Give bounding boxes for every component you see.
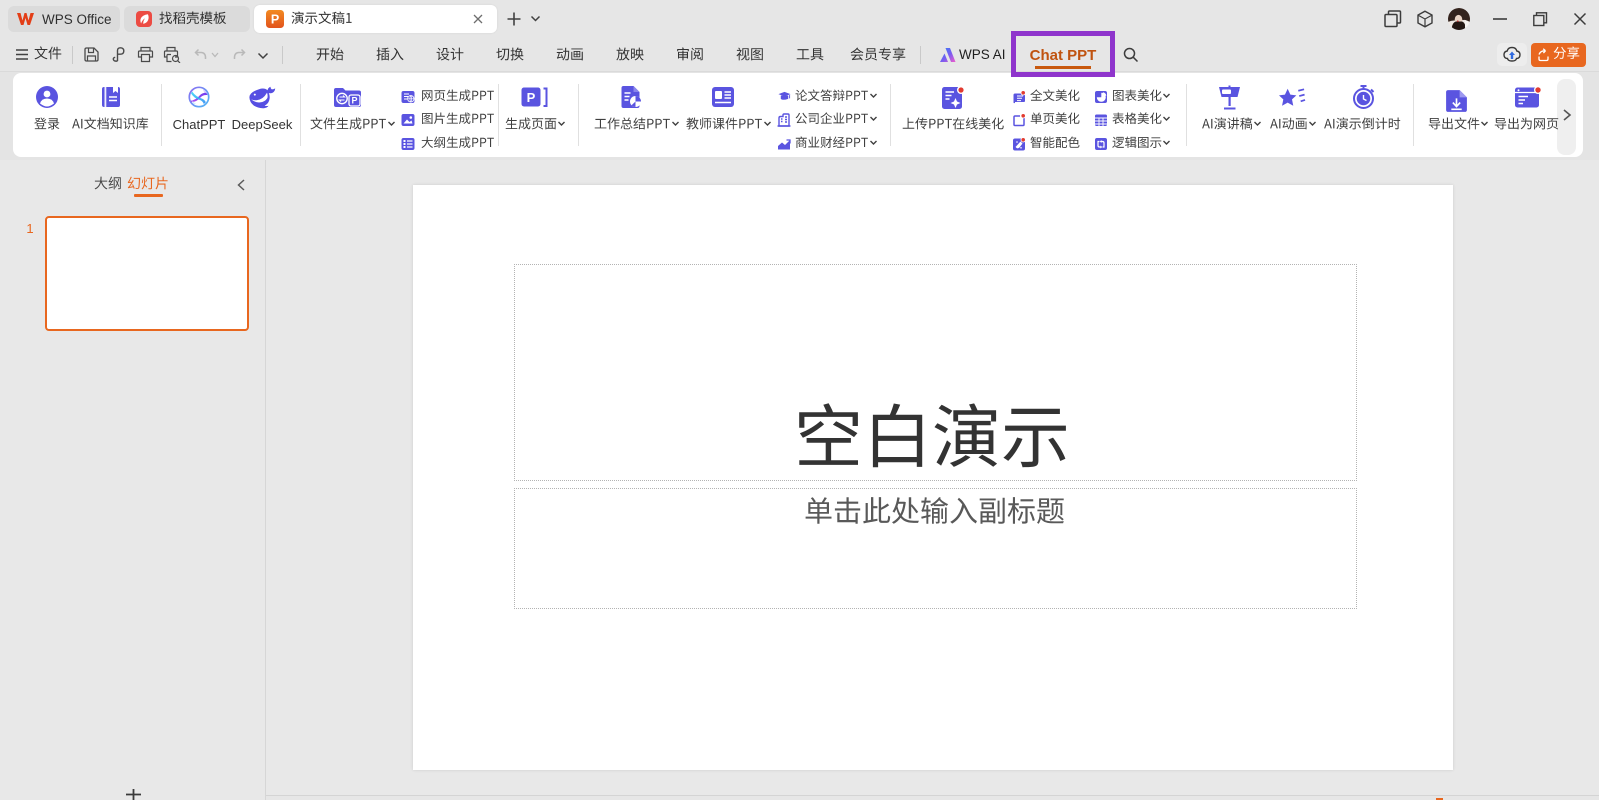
svg-text:P: P — [527, 90, 536, 105]
svg-text:P: P — [271, 13, 279, 27]
svg-text:P: P — [351, 96, 357, 106]
